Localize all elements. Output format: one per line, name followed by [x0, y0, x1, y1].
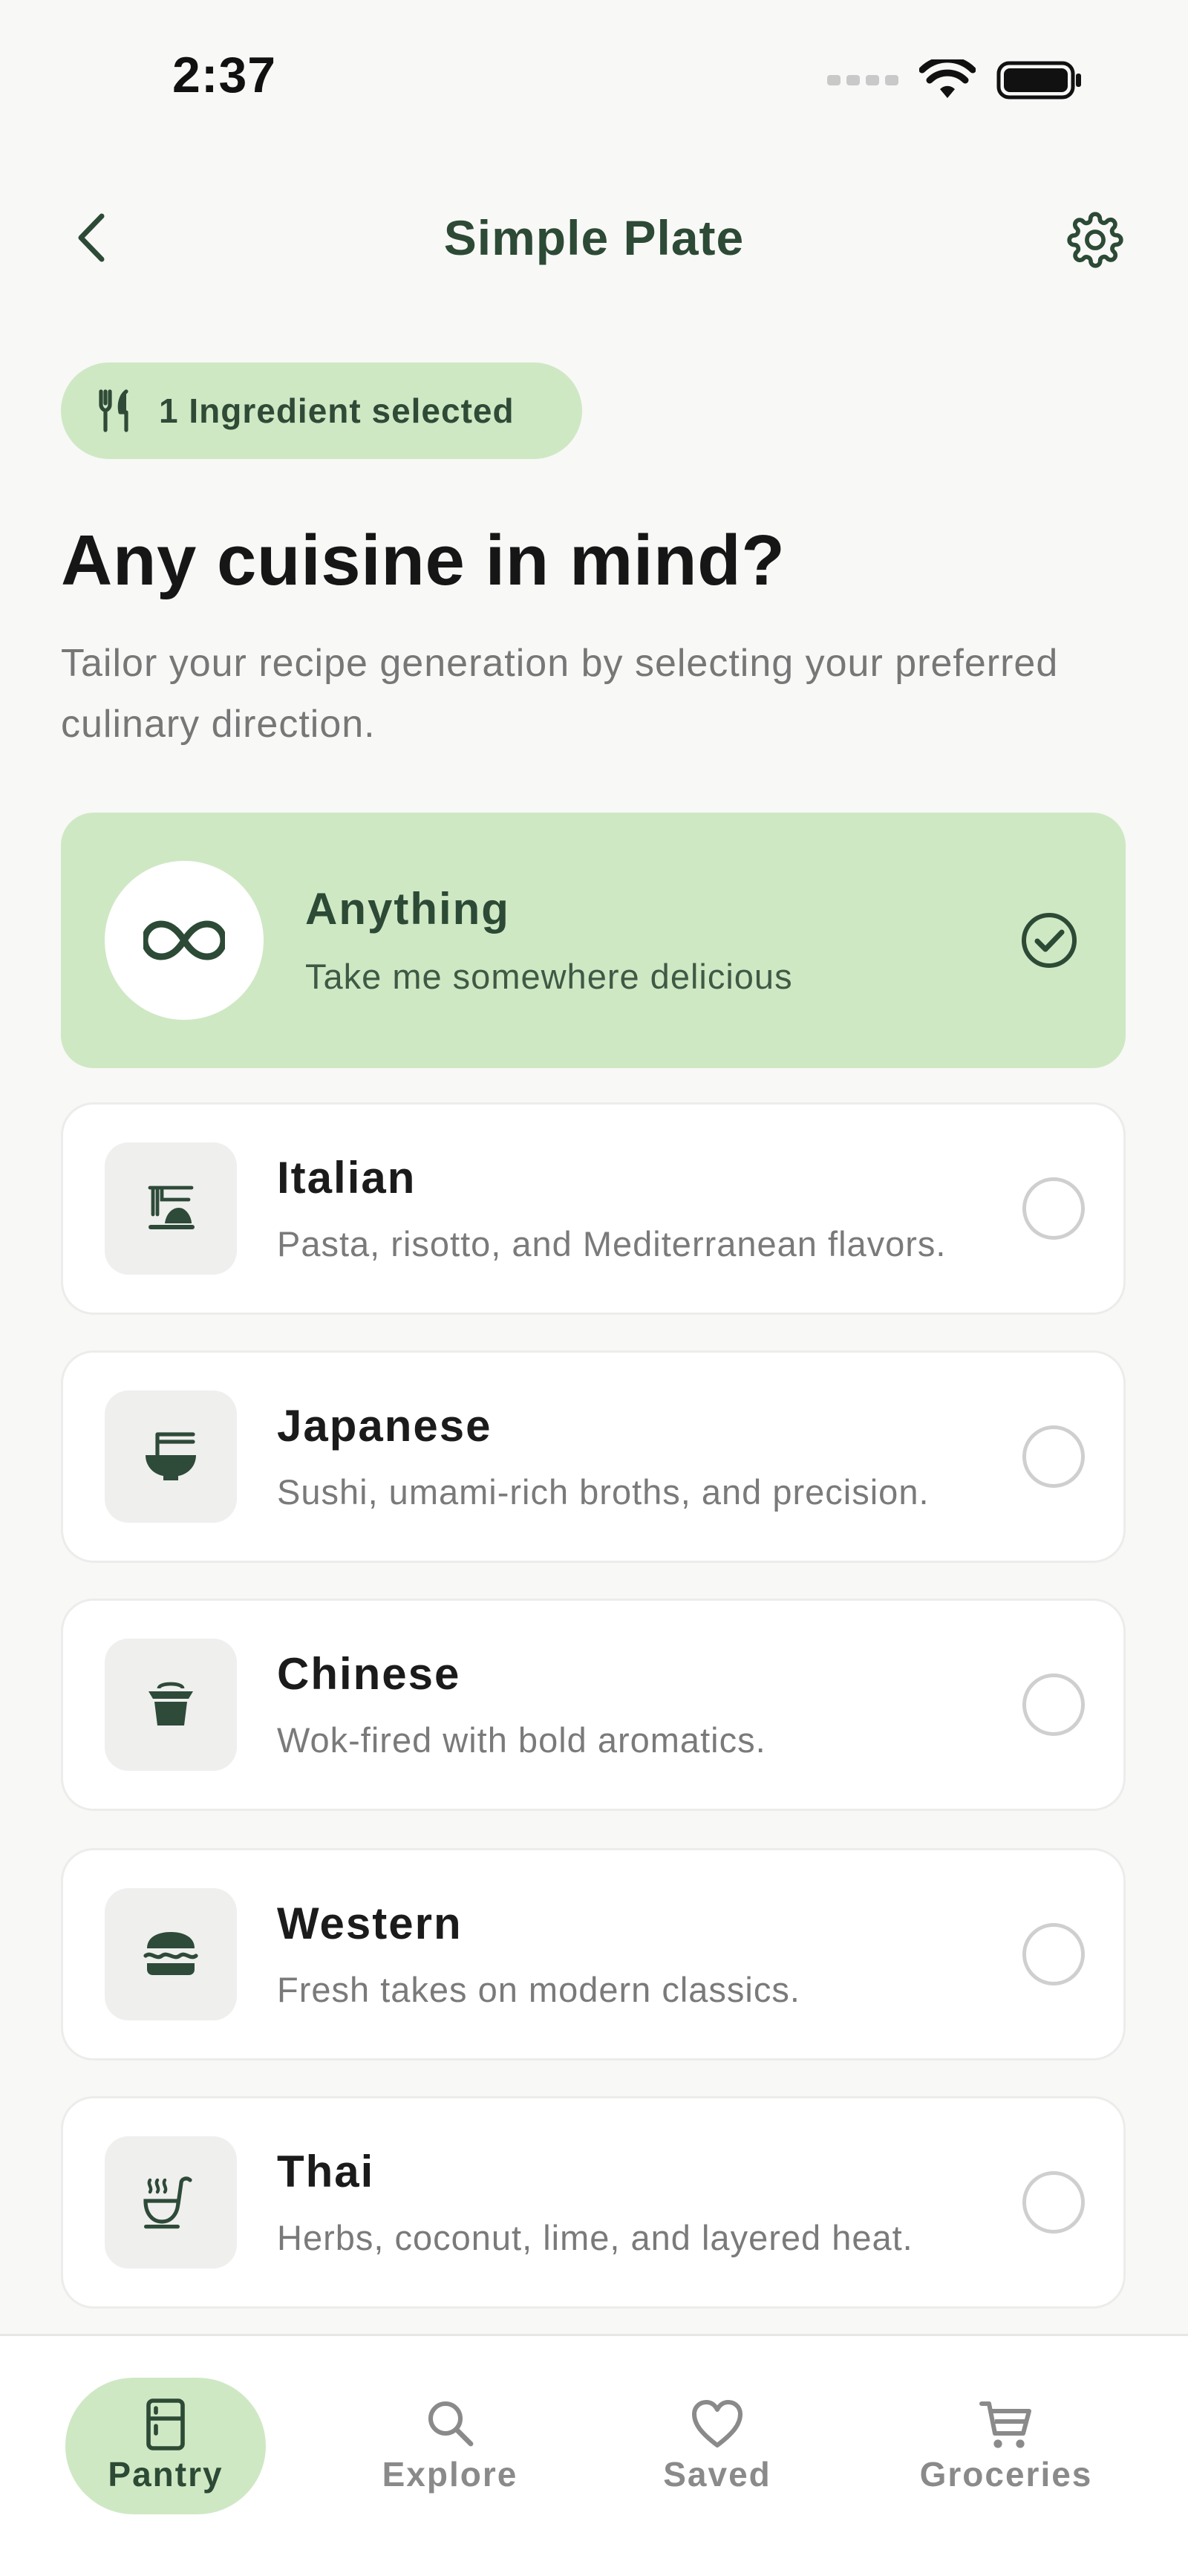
- signal-icon: [827, 75, 898, 85]
- cuisine-name: Thai: [277, 2147, 375, 2196]
- cuisine-option-chinese[interactable]: Chinese Wok-fired with bold aromatics.: [61, 1598, 1126, 1811]
- fork-knife-icon: [99, 389, 128, 432]
- ingredient-count-label: 1 Ingredient selected: [159, 391, 515, 430]
- radio-button[interactable]: [1022, 1674, 1085, 1736]
- cuisine-description: Herbs, coconut, lime, and layered heat.: [277, 2218, 913, 2257]
- search-icon: [428, 2401, 474, 2447]
- cuisine-option-japanese[interactable]: Japanese Sushi, umami-rich broths, and p…: [61, 1350, 1126, 1563]
- cart-icon: [979, 2401, 1031, 2448]
- cuisine-description: Pasta, risotto, and Mediterranean flavor…: [277, 1224, 947, 1263]
- nav-label: Pantry: [108, 2455, 223, 2494]
- nav-item-explore[interactable]: Explore: [353, 2378, 546, 2514]
- nav-label: Groceries: [919, 2455, 1093, 2494]
- page-subtext: Tailor your recipe generation by selecti…: [61, 642, 1059, 746]
- cuisine-name: Japanese: [277, 1401, 492, 1451]
- cuisine-option-italian[interactable]: Italian Pasta, risotto, and Mediterranea…: [61, 1102, 1126, 1315]
- checkmark-circle-icon: [1022, 913, 1077, 968]
- nav-label: Saved: [663, 2455, 771, 2494]
- cuisine-icon-box: [105, 1639, 237, 1771]
- cuisine-description: Wok-fired with bold aromatics.: [277, 1720, 766, 1760]
- radio-button[interactable]: [1022, 1425, 1085, 1488]
- cuisine-description: Take me somewhere delicious: [305, 957, 793, 996]
- wifi-icon: [919, 59, 976, 98]
- cuisine-icon-box: [105, 1142, 237, 1275]
- battery-icon: [996, 61, 1081, 100]
- status-time: 2:37: [172, 47, 277, 103]
- fridge-icon: [146, 2398, 185, 2450]
- page-heading: Any cuisine in mind?: [61, 521, 786, 600]
- infinity-icon: [143, 920, 225, 960]
- ingredient-count-badge[interactable]: 1 Ingredient selected: [61, 362, 582, 459]
- soup-ladle-icon: [143, 2176, 192, 2229]
- bottom-nav: Pantry Explore Saved Groceries: [0, 2334, 1188, 2576]
- cuisine-description: Fresh takes on modern classics.: [277, 1970, 800, 2009]
- settings-button[interactable]: [1062, 206, 1129, 273]
- header: Simple Plate: [0, 186, 1188, 297]
- burger-icon: [143, 1932, 198, 1975]
- nav-item-groceries[interactable]: Groceries: [906, 2378, 1106, 2514]
- radio-button[interactable]: [1022, 1923, 1085, 1985]
- cuisine-name: Western: [277, 1899, 463, 1948]
- cuisine-name: Anything: [305, 884, 510, 934]
- gear-icon: [1067, 212, 1123, 268]
- nav-item-pantry[interactable]: Pantry: [65, 2378, 266, 2514]
- cuisine-option-anything[interactable]: Anything Take me somewhere delicious: [61, 813, 1126, 1068]
- cuisine-name: Italian: [277, 1153, 417, 1203]
- cuisine-icon-box: [105, 1391, 237, 1523]
- cuisine-description: Sushi, umami-rich broths, and precision.: [277, 1472, 930, 1512]
- cuisine-name: Chinese: [277, 1649, 461, 1699]
- ramen-bowl-icon: [146, 1432, 196, 1480]
- cuisine-icon-box: [105, 2136, 237, 2268]
- page-title: Simple Plate: [443, 210, 745, 265]
- nav-item-saved[interactable]: Saved: [628, 2378, 806, 2514]
- status-icons: [827, 59, 1084, 101]
- heart-icon: [692, 2400, 742, 2447]
- cuisine-option-thai[interactable]: Thai Herbs, coconut, lime, and layered h…: [61, 2096, 1126, 2309]
- radio-button[interactable]: [1022, 1177, 1085, 1240]
- nav-label: Explore: [382, 2455, 518, 2494]
- cuisine-icon-box: [105, 1888, 237, 2020]
- cuisine-option-western[interactable]: Western Fresh takes on modern classics.: [61, 1848, 1126, 2061]
- cuisine-icon-box: [105, 861, 264, 1020]
- pasta-icon: [148, 1185, 195, 1229]
- status-bar: 2:37: [0, 0, 1188, 149]
- radio-button[interactable]: [1022, 2171, 1085, 2234]
- takeout-box-icon: [148, 1682, 193, 1726]
